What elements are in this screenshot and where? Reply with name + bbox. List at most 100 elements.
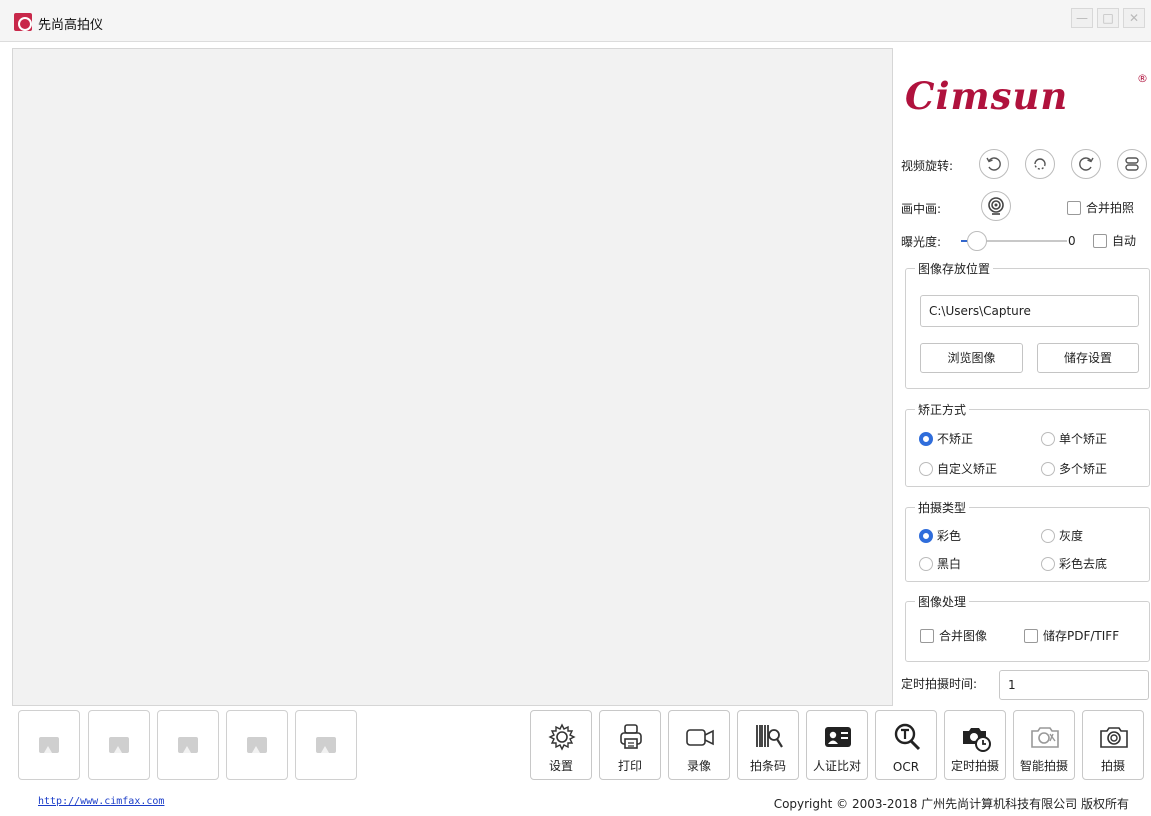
image-placeholder-icon [39, 737, 59, 753]
control-panel: Cimsun ® 视频旋转: 画中画: 合并拍照 曝光度: 0 自动 图像存放位… [897, 48, 1151, 702]
ocr-button[interactable]: OCR [875, 710, 937, 780]
rotate-180-icon [1034, 158, 1046, 170]
record-label: 录像 [686, 759, 711, 773]
correction-option-label: 不矫正 [937, 432, 974, 446]
merge-photo-label: 合并拍照 [1086, 201, 1135, 215]
radio-selected[interactable] [919, 431, 933, 446]
merge-image-box[interactable] [920, 628, 934, 643]
processing-group-title: 图像处理 [915, 593, 970, 610]
storage-group: 图像存放位置 C:\Users\Capture 浏览图像 储存设置 [905, 260, 1150, 389]
processing-group: 图像处理 合并图像 储存PDF/TIFF [905, 593, 1150, 662]
camera-preview-area[interactable] [12, 48, 893, 706]
rotate-right-icon [1079, 157, 1094, 171]
image-placeholder-icon [247, 737, 267, 753]
id-compare-label: 人证比对 [812, 759, 861, 773]
gear-icon [548, 723, 576, 751]
rotate-left-button[interactable] [979, 149, 1009, 179]
capture-type-label: 彩色去底 [1059, 557, 1108, 571]
image-placeholder-icon [178, 737, 198, 753]
exposure-label: 曝光度: [901, 235, 942, 249]
capture-type-group: 拍摄类型 彩色 灰度 黑白 彩色去底 [905, 499, 1150, 582]
merge-photo-checkbox[interactable]: 合并拍照 [1067, 199, 1134, 216]
id-card-icon [825, 727, 851, 747]
correction-group-title: 矫正方式 [915, 401, 970, 418]
smart-capture-button[interactable]: 智能拍摄 [1013, 710, 1075, 780]
radio-selected[interactable] [919, 528, 933, 543]
save-pdf-checkbox[interactable]: 储存PDF/TIFF [1024, 627, 1119, 644]
thumbnail-slot[interactable] [157, 710, 219, 780]
correction-option-label: 自定义矫正 [937, 462, 998, 476]
capture-type-color[interactable]: 彩色 [919, 527, 961, 544]
rotate-right-button[interactable] [1071, 149, 1101, 179]
capture-type-gray[interactable]: 灰度 [1041, 527, 1083, 544]
flip-button[interactable] [1117, 149, 1147, 179]
merge-image-label: 合并图像 [939, 629, 988, 643]
thumbnail-slot[interactable] [295, 710, 357, 780]
print-label: 打印 [617, 759, 642, 773]
id-compare-button[interactable]: 人证比对 [806, 710, 868, 780]
radio[interactable] [1041, 556, 1055, 571]
thumbnail-slot[interactable] [88, 710, 150, 780]
timed-capture-label: 定时拍摄 [950, 759, 999, 773]
close-button[interactable]: ✕ [1123, 8, 1145, 28]
merge-image-checkbox[interactable]: 合并图像 [920, 627, 987, 644]
radio[interactable] [919, 461, 933, 476]
registered-mark: ® [1137, 72, 1148, 85]
image-placeholder-icon [109, 737, 129, 753]
exposure-value: 0 [1068, 234, 1076, 248]
timer-input[interactable]: 1 [999, 670, 1149, 700]
rotate-180-button[interactable] [1025, 149, 1055, 179]
record-button[interactable]: 录像 [668, 710, 730, 780]
browse-images-button[interactable]: 浏览图像 [920, 343, 1023, 373]
correction-option-custom[interactable]: 自定义矫正 [919, 460, 997, 477]
webcam-icon [988, 197, 1004, 215]
barcode-button[interactable]: 拍条码 [737, 710, 799, 780]
flip-icon [1125, 157, 1139, 171]
correction-option-single[interactable]: 单个矫正 [1041, 430, 1107, 447]
pip-webcam-button[interactable] [981, 191, 1011, 221]
storage-path-input[interactable]: C:\Users\Capture [920, 295, 1139, 327]
minimize-button[interactable]: — [1071, 8, 1093, 28]
timer-label: 定时拍摄时间: [901, 677, 978, 691]
correction-option-label: 多个矫正 [1059, 462, 1108, 476]
exposure-slider-thumb[interactable] [967, 231, 987, 251]
brand-logo: Cimsun [905, 74, 1069, 118]
auto-exposure-box[interactable] [1093, 233, 1107, 248]
title-bar: 先尚高拍仪 — □ ✕ [0, 0, 1151, 42]
capture-label: 拍摄 [1100, 759, 1125, 773]
correction-option-none[interactable]: 不矫正 [919, 430, 973, 447]
storage-settings-button[interactable]: 储存设置 [1037, 343, 1139, 373]
correction-group: 矫正方式 不矫正 单个矫正 自定义矫正 多个矫正 [905, 401, 1150, 487]
website-link[interactable]: http://www.cimfax.com [38, 796, 164, 807]
capture-type-label: 黑白 [937, 557, 962, 571]
rotate-left-icon [986, 157, 1001, 171]
printer-icon [620, 724, 642, 749]
print-button[interactable]: 打印 [599, 710, 661, 780]
thumbnail-slot[interactable] [18, 710, 80, 780]
settings-button[interactable]: 设置 [530, 710, 592, 780]
timed-capture-button[interactable]: 定时拍摄 [944, 710, 1006, 780]
window-title: 先尚高拍仪 [38, 18, 104, 33]
video-icon [686, 729, 714, 746]
radio[interactable] [919, 556, 933, 571]
capture-button[interactable]: 拍摄 [1082, 710, 1144, 780]
correction-option-multiple[interactable]: 多个矫正 [1041, 460, 1107, 477]
auto-exposure-checkbox[interactable]: 自动 [1093, 232, 1136, 249]
barcode-icon [756, 725, 783, 748]
merge-photo-box[interactable] [1067, 200, 1081, 215]
capture-type-bw[interactable]: 黑白 [919, 555, 961, 572]
ocr-search-icon [894, 723, 921, 751]
thumbnail-slot[interactable] [226, 710, 288, 780]
radio[interactable] [1041, 431, 1055, 446]
camera-icon [1100, 727, 1128, 748]
radio[interactable] [1041, 461, 1055, 476]
pip-label: 画中画: [901, 202, 942, 216]
smart-capture-label: 智能拍摄 [1019, 759, 1068, 773]
radio[interactable] [1041, 528, 1055, 543]
maximize-button[interactable]: □ [1097, 8, 1119, 28]
save-pdf-box[interactable] [1024, 628, 1038, 643]
capture-type-color-nobg[interactable]: 彩色去底 [1041, 555, 1107, 572]
auto-exposure-label: 自动 [1112, 234, 1137, 248]
settings-label: 设置 [548, 759, 573, 773]
capture-type-label: 彩色 [937, 529, 962, 543]
